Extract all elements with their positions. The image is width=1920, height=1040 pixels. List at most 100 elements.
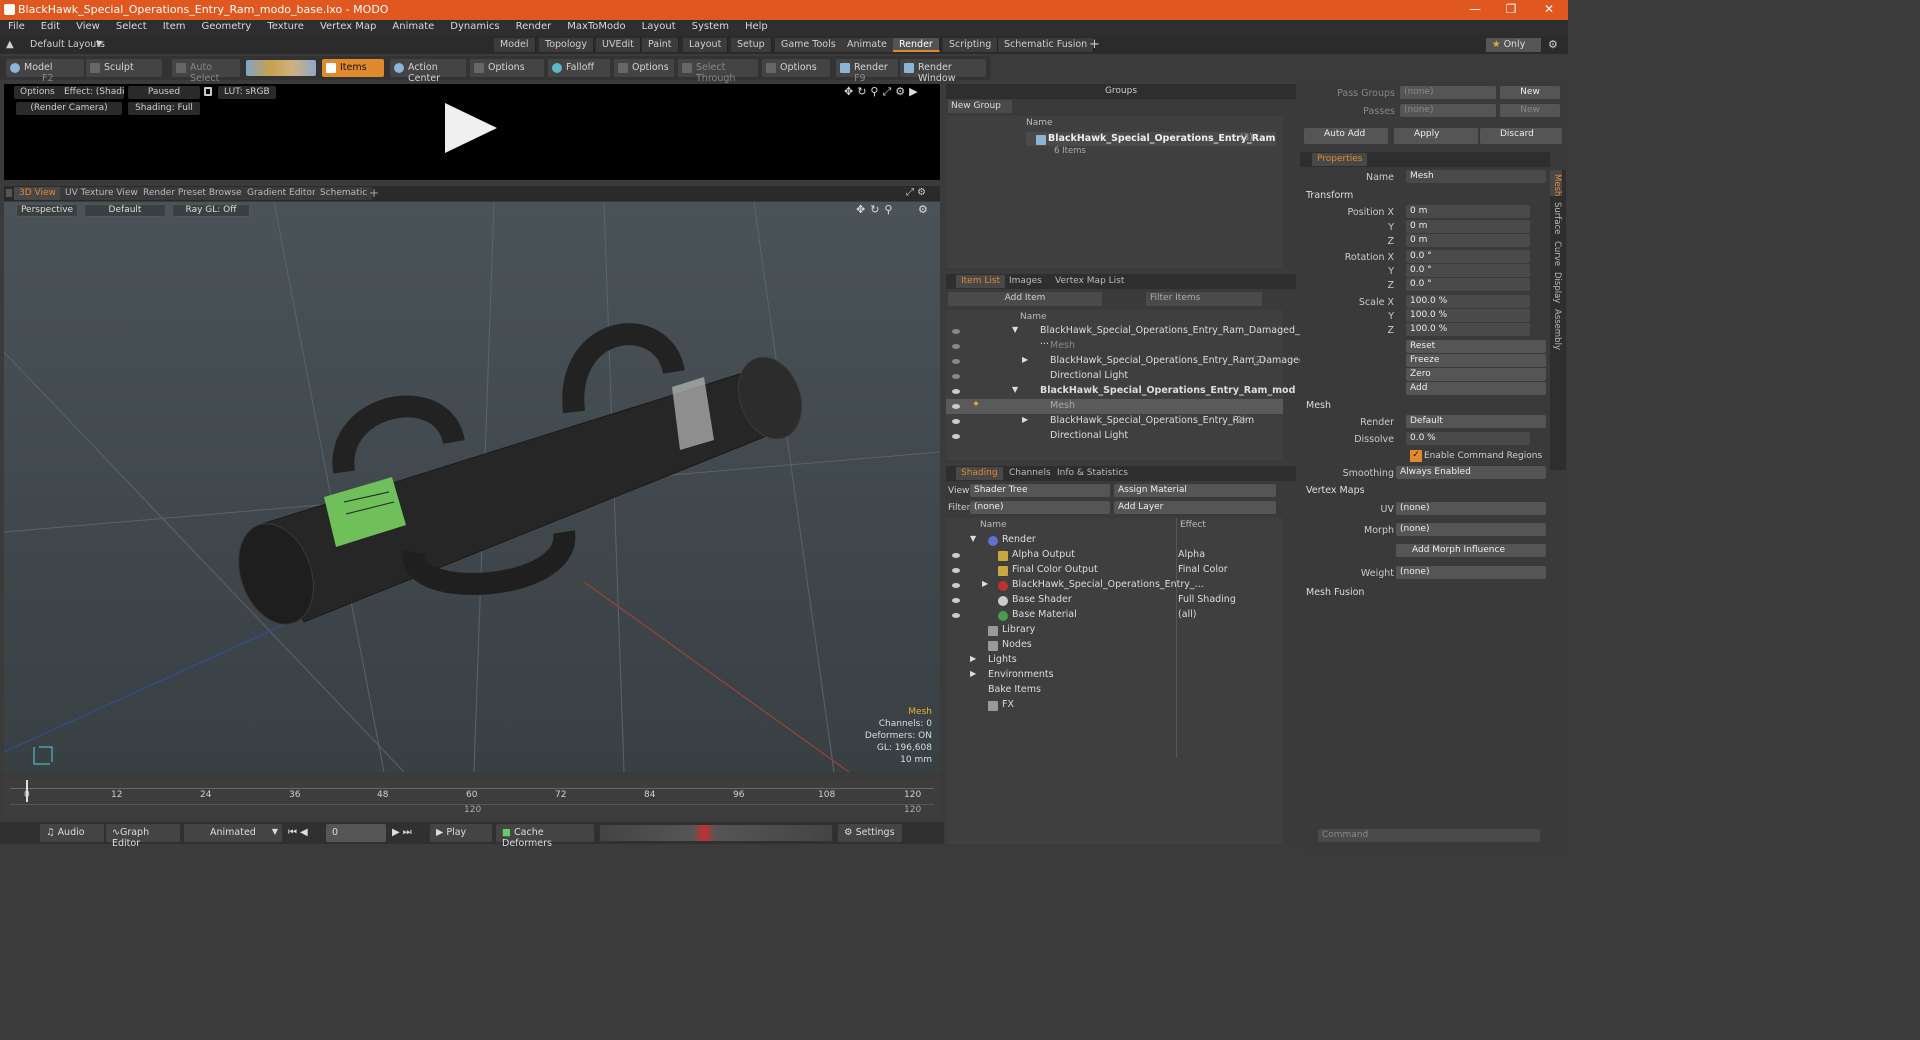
tab-layout[interactable]: Layout <box>683 38 729 52</box>
preview-effect-dropdown[interactable]: Effect: (Shadi... <box>58 86 124 99</box>
preview-camera-dropdown[interactable]: (Render Camera) <box>16 102 122 115</box>
settings-button[interactable]: ⚙ Settings <box>838 824 902 842</box>
tab-setup[interactable]: Setup <box>731 38 772 52</box>
shader-effect[interactable]: (all) <box>1178 609 1197 620</box>
shader-row[interactable]: ▶ Lights <box>946 653 1283 668</box>
falloff-button[interactable]: Falloff <box>548 59 610 77</box>
menu-help[interactable]: Help <box>737 20 776 32</box>
pass-groups-dropdown[interactable]: (none) <box>1400 86 1496 99</box>
collapse-icon[interactable]: ▼ <box>1012 385 1018 394</box>
model-mode-button[interactable]: Model F2 <box>6 59 84 84</box>
position-z-field[interactable]: 0 m <box>1406 234 1530 247</box>
tree-row[interactable]: Directional Light <box>946 429 1283 444</box>
shader-row[interactable]: Base Shader Full Shading <box>946 593 1283 608</box>
apply-button[interactable]: Apply <box>1394 128 1478 144</box>
shader-row[interactable]: ▼ Render <box>946 533 1283 548</box>
chevron-down-icon[interactable]: ▼ <box>96 39 102 48</box>
filter-dropdown[interactable]: (none) <box>970 501 1110 514</box>
position-x-field[interactable]: 0 m <box>1406 205 1530 218</box>
collapse-icon[interactable]: ▼ <box>970 534 976 543</box>
keyframe-tool-icons[interactable] <box>600 825 832 841</box>
select-options-button[interactable]: Options <box>762 59 830 77</box>
menu-edit[interactable]: Edit <box>33 20 68 32</box>
shader-row[interactable]: Bake Items <box>946 683 1283 698</box>
tab-vertex-map-list[interactable]: Vertex Map List <box>1050 275 1129 288</box>
tab-channels[interactable]: Channels <box>1004 467 1056 480</box>
falloff-options-button[interactable]: Options <box>614 59 674 77</box>
expand-icon[interactable]: ▶ <box>1022 355 1028 364</box>
lock-icon[interactable] <box>204 87 212 96</box>
menu-file[interactable]: File <box>0 20 33 32</box>
eye-icon[interactable] <box>952 404 960 409</box>
rotation-z-field[interactable]: 0.0 ° <box>1406 278 1530 291</box>
filter-items-input[interactable]: Filter Items <box>1146 292 1262 306</box>
tab-schematic-fusion[interactable]: Schematic Fusion <box>998 38 1095 52</box>
transport-prev-icons[interactable]: ⏮◀ <box>288 827 311 838</box>
add-tab-icon[interactable]: + <box>1089 37 1100 52</box>
frame-input[interactable]: 0 <box>326 824 386 842</box>
menu-layout[interactable]: Layout <box>634 20 684 32</box>
expand-icon[interactable]: ▶ <box>1022 415 1028 424</box>
menu-maxtomodo[interactable]: MaxToModo <box>559 20 633 32</box>
minimize-icon[interactable]: — <box>1460 2 1490 18</box>
eye-icon[interactable] <box>952 598 960 603</box>
gear-icon[interactable]: ⚙ <box>1548 38 1558 51</box>
eye-icon[interactable] <box>952 359 960 364</box>
tab-item-list[interactable]: Item List <box>956 275 1006 288</box>
tab-images[interactable]: Images <box>1004 275 1047 288</box>
render-button[interactable]: Render F9 <box>836 59 898 84</box>
timeline[interactable]: 0 12 24 36 48 60 72 84 96 108 120 120 12… <box>4 778 940 818</box>
item-tree[interactable]: Name ▼ BlackHawk_Special_Operations_Entry… <box>946 310 1315 460</box>
tree-row[interactable]: ▼ BlackHawk_Special_Operations_Entry_Ram_… <box>946 324 1315 347</box>
scale-x-field[interactable]: 100.0 % <box>1406 295 1530 308</box>
enable-command-regions-checkbox[interactable]: ✓ <box>1410 450 1422 462</box>
tab-paint[interactable]: Paint <box>642 38 679 52</box>
preview-options-button[interactable]: Options <box>14 86 61 99</box>
tree-row[interactable]: Mesh <box>946 339 1283 354</box>
tab-schematic[interactable]: Schematic <box>315 187 373 200</box>
menu-select[interactable]: Select <box>108 20 155 32</box>
tab-uvedit[interactable]: UVEdit <box>596 38 641 52</box>
tab-shading[interactable]: Shading <box>956 467 1003 480</box>
graph-editor-button[interactable]: ∿Graph Editor <box>106 824 180 849</box>
sculpt-button[interactable]: Sculpt <box>86 59 162 77</box>
shader-row[interactable]: Final Color Output Final Color <box>946 563 1283 578</box>
preview-paused-button[interactable]: Paused <box>128 86 200 99</box>
zero-dropdown[interactable]: Zero <box>1406 368 1546 381</box>
assign-material-button[interactable]: Assign Material <box>1114 484 1276 497</box>
dissolve-field[interactable]: 0.0 % <box>1406 432 1530 445</box>
eye-icon[interactable] <box>952 344 960 349</box>
shader-row[interactable]: Nodes <box>946 638 1283 653</box>
tree-row[interactable]: ▶ BlackHawk_Special_Operations_Entry_Ram(… <box>946 414 1283 429</box>
play-icon[interactable] <box>445 103 497 153</box>
shader-row[interactable]: ▶ BlackHawk_Special_Operations_Entry_... <box>946 578 1283 593</box>
menu-system[interactable]: System <box>684 20 737 32</box>
expand-icon[interactable]: ▶ <box>982 579 988 588</box>
menu-texture[interactable]: Texture <box>259 20 312 32</box>
layout-selector[interactable]: Default Layouts <box>30 39 105 50</box>
preview-shading-dropdown[interactable]: Shading: Full <box>128 102 200 115</box>
eye-icon[interactable] <box>952 329 960 334</box>
tab-model[interactable]: Model <box>494 38 536 52</box>
select-through-button[interactable]: Select Through <box>678 59 758 84</box>
menu-view[interactable]: View <box>68 20 108 32</box>
smoothing-dropdown[interactable]: Always Enabled <box>1396 466 1546 479</box>
add-layer-dropdown[interactable]: Add Layer <box>1114 501 1276 514</box>
tree-row[interactable]: Directional Light <box>946 369 1283 384</box>
restore-icon[interactable]: ❐ <box>1496 2 1526 18</box>
panel-grip-icon[interactable] <box>6 189 12 197</box>
side-tab-curve[interactable]: Curve <box>1550 235 1562 266</box>
scale-y-field[interactable]: 100.0 % <box>1406 309 1530 322</box>
add-dropdown[interactable]: Add <box>1406 382 1546 395</box>
eye-icon[interactable] <box>952 419 960 424</box>
close-icon[interactable]: ✕ <box>1534 2 1564 18</box>
maximize-icon[interactable]: ⤢ ⚙ <box>906 187 926 198</box>
preview-nav-icons[interactable]: ✥↻⚲⤢⚙▶ <box>844 85 922 99</box>
menu-render[interactable]: Render <box>508 20 560 32</box>
eye-icon[interactable] <box>952 613 960 618</box>
tab-properties[interactable]: Properties <box>1312 153 1368 166</box>
eye-icon[interactable] <box>952 389 960 394</box>
menu-geometry[interactable]: Geometry <box>193 20 259 32</box>
mesh-fusion-section[interactable]: Mesh Fusion <box>1306 587 1364 598</box>
shader-row[interactable]: Library <box>946 623 1283 638</box>
